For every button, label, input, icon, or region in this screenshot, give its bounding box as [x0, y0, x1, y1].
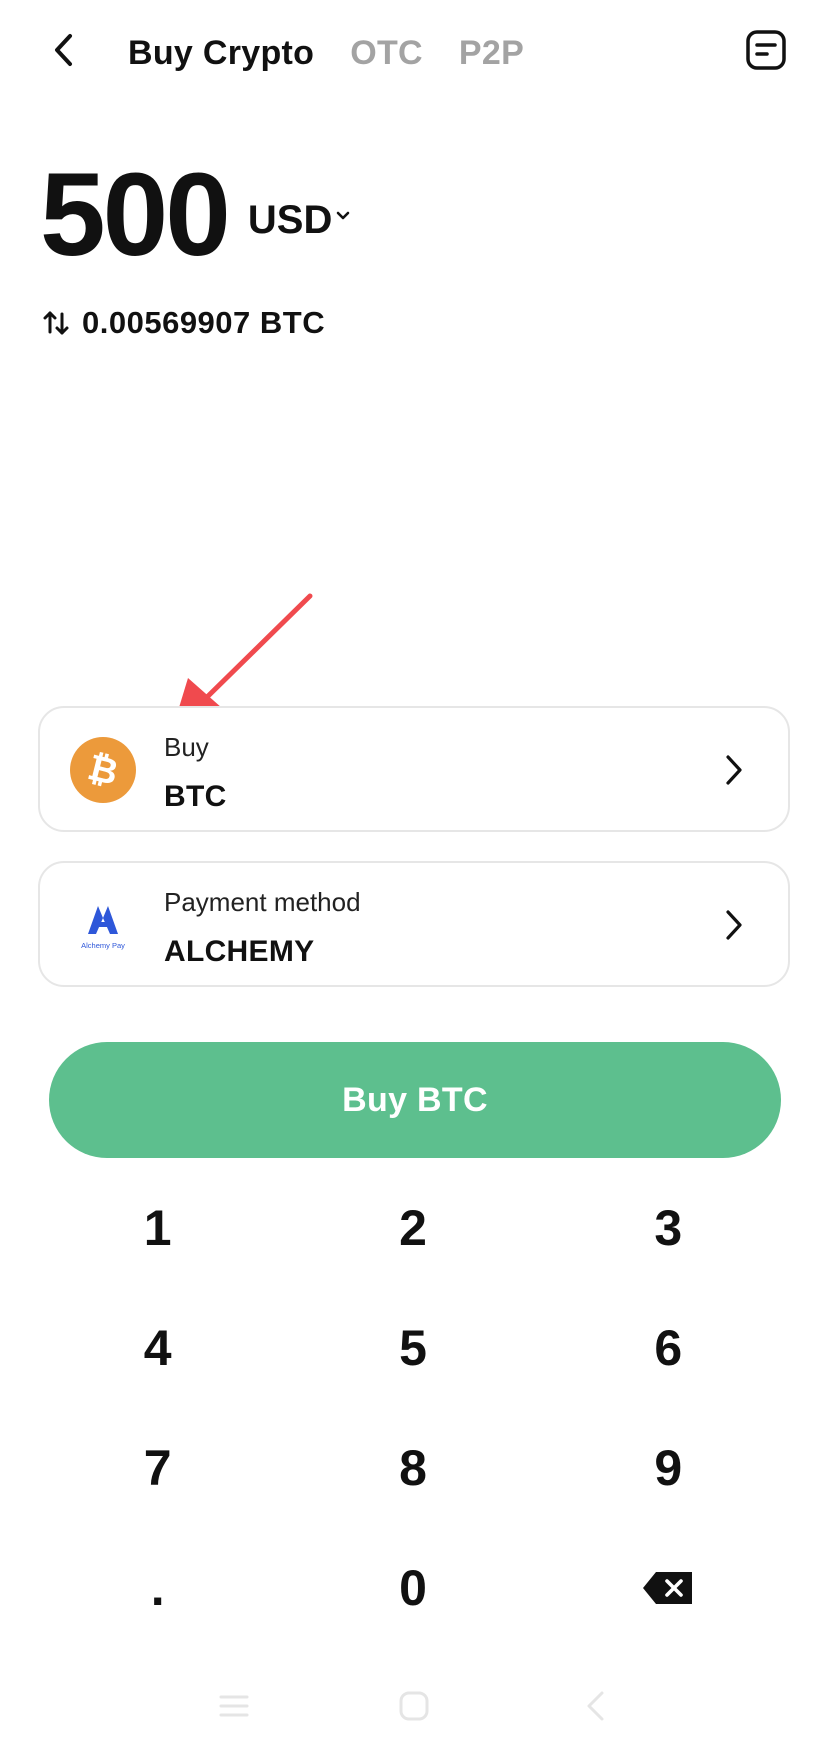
back-nav-icon[interactable] — [580, 1690, 612, 1722]
key-8[interactable]: 8 — [285, 1408, 540, 1528]
menu-icon[interactable] — [218, 1690, 250, 1722]
tab-otc[interactable]: OTC — [350, 34, 423, 73]
currency-selector[interactable]: USD — [248, 198, 350, 243]
tab-buy-crypto[interactable]: Buy Crypto — [128, 34, 314, 73]
tab-p2p[interactable]: P2P — [459, 34, 524, 73]
currency-code: USD — [247, 197, 333, 242]
asset-card-value: BTC — [164, 780, 227, 813]
orders-button[interactable] — [738, 22, 794, 78]
numeric-keypad: 1 2 3 4 5 6 7 8 9 . 0 — [30, 1168, 796, 1648]
chevron-left-icon — [55, 34, 72, 66]
asset-card-label: Buy — [164, 732, 209, 762]
payment-method-card[interactable]: Alchemy Pay Payment method ALCHEMY — [38, 861, 790, 987]
alchemy-logo-text: Alchemy Pay — [81, 941, 125, 950]
key-decimal[interactable]: . — [30, 1528, 285, 1648]
converted-amount[interactable]: 0.00569907 BTC — [42, 300, 325, 346]
order-list-icon — [746, 30, 786, 70]
converted-value: 0.00569907 BTC — [82, 305, 326, 340]
key-3[interactable]: 3 — [541, 1168, 796, 1288]
home-icon[interactable] — [398, 1690, 430, 1722]
amount-value: 500 — [40, 149, 231, 281]
key-6[interactable]: 6 — [541, 1288, 796, 1408]
backspace-icon — [643, 1572, 693, 1604]
payment-card-label: Payment method — [164, 887, 361, 917]
top-tabs: Buy Crypto OTC P2P — [128, 28, 524, 78]
key-1[interactable]: 1 — [30, 1168, 285, 1288]
key-7[interactable]: 7 — [30, 1408, 285, 1528]
swap-arrows-icon — [43, 311, 69, 335]
bitcoin-icon: ₿ — [70, 737, 136, 803]
asset-selector-card[interactable]: ₿ Buy BTC — [38, 706, 790, 832]
alchemy-pay-logo-icon: Alchemy Pay — [70, 892, 136, 958]
back-button[interactable] — [36, 22, 92, 78]
key-0[interactable]: 0 — [285, 1528, 540, 1648]
amount-display: 500 USD — [40, 150, 350, 280]
key-5[interactable]: 5 — [285, 1288, 540, 1408]
buy-button[interactable]: Buy BTC — [49, 1042, 781, 1158]
key-2[interactable]: 2 — [285, 1168, 540, 1288]
key-4[interactable]: 4 — [30, 1288, 285, 1408]
key-delete[interactable] — [541, 1528, 796, 1648]
key-9[interactable]: 9 — [541, 1408, 796, 1528]
chevron-right-icon — [714, 903, 754, 947]
payment-card-value: ALCHEMY — [164, 935, 315, 968]
system-nav-bar — [0, 1670, 826, 1746]
chevron-down-icon — [337, 211, 350, 220]
chevron-right-icon — [714, 748, 754, 792]
